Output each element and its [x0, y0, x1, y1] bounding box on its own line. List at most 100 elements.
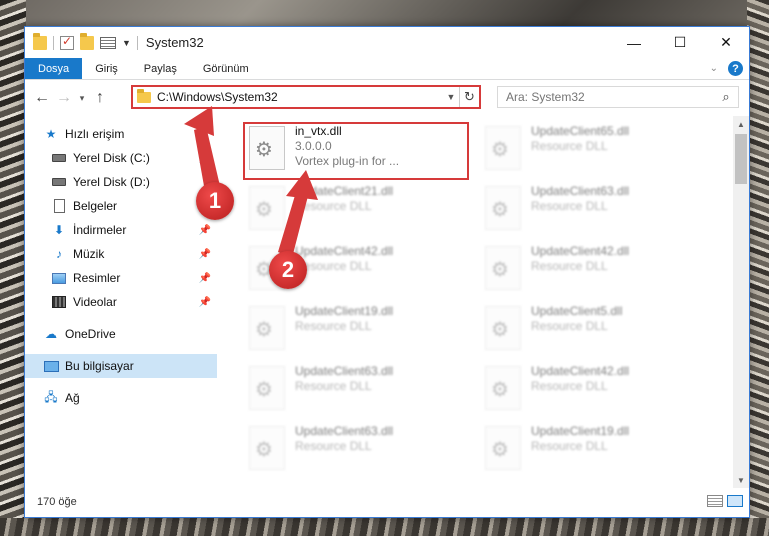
file-description: Resource DLL	[531, 319, 608, 333]
file-name: UpdateClient42.dll	[295, 244, 394, 258]
minimize-button[interactable]: —	[611, 27, 657, 58]
sidebar-item-label: Yerel Disk (D:)	[73, 175, 150, 189]
pin-icon[interactable]: 📌	[199, 249, 211, 260]
sidebar-item-onedrive[interactable]: ☁ OneDrive	[25, 322, 217, 346]
navigation-bar: ← → ▾ ↑ C:\Windows\System32 ▼ ↻ ⌕	[25, 80, 749, 116]
dll-file-icon	[485, 426, 521, 470]
properties-check-icon[interactable]	[60, 34, 74, 50]
up-button[interactable]: ↑	[89, 89, 111, 107]
tab-file[interactable]: Dosya	[25, 58, 83, 79]
file-list: in_vtx.dll 3.0.0.0 Vortex plug-in for ..…	[217, 116, 733, 488]
sidebar-item-music[interactable]: ♪ Müzik 📌	[25, 242, 217, 266]
pin-icon[interactable]: 📌	[199, 225, 211, 236]
file-item[interactable]: UpdateClient63.dllResource DLL	[479, 182, 699, 238]
address-dropdown-icon[interactable]: ▼	[443, 92, 459, 102]
recent-locations-button[interactable]: ▾	[75, 93, 89, 104]
dll-file-icon	[249, 306, 285, 350]
background-left	[0, 0, 26, 536]
dll-file-icon	[249, 426, 285, 470]
search-icon[interactable]: ⌕	[714, 89, 738, 105]
file-item[interactable]: UpdateClient19.dllResource DLL	[243, 302, 463, 358]
sidebar-item-local-disk-c[interactable]: Yerel Disk (C:) 📌	[25, 146, 217, 170]
file-name: UpdateClient63.dll	[531, 184, 630, 198]
customize-toolbar-dropdown-icon[interactable]: ▼	[122, 38, 131, 48]
file-description: Resource DLL	[531, 139, 608, 153]
sidebar-item-quick-access[interactable]: ★ Hızlı erişim	[25, 122, 217, 146]
file-name: UpdateClient5.dll	[531, 304, 623, 318]
folder-icon	[137, 88, 151, 103]
title-bar: ▼ System32 — ☐ ✕	[25, 27, 749, 58]
file-item[interactable]: UpdateClient65.dllResource DLL	[479, 122, 699, 178]
properties-icon[interactable]	[100, 36, 116, 49]
sidebar-item-pictures[interactable]: Resimler 📌	[25, 266, 217, 290]
back-button[interactable]: ←	[31, 89, 53, 107]
navigation-pane: ★ Hızlı erişim Yerel Disk (C:) 📌 Yerel D…	[25, 116, 217, 488]
sidebar-item-label: OneDrive	[65, 327, 116, 341]
scroll-down-icon[interactable]: ▼	[733, 472, 749, 488]
details-view-icon[interactable]	[707, 495, 723, 507]
file-item[interactable]: UpdateClient21.dllResource DLL	[243, 182, 463, 238]
download-icon: ⬇	[53, 223, 65, 237]
search-input[interactable]	[506, 90, 714, 104]
maximize-button[interactable]: ☐	[657, 27, 703, 58]
pin-icon[interactable]: 📌	[199, 153, 211, 164]
videos-icon	[52, 296, 66, 308]
file-name: UpdateClient63.dll	[295, 424, 394, 438]
sidebar-item-this-pc[interactable]: Bu bilgisayar	[25, 354, 217, 378]
file-name: UpdateClient21.dll	[295, 184, 394, 198]
file-name: UpdateClient42.dll	[531, 244, 630, 258]
window-controls: — ☐ ✕	[611, 27, 749, 58]
close-button[interactable]: ✕	[703, 27, 749, 58]
search-box[interactable]: ⌕	[497, 86, 739, 108]
vertical-scrollbar[interactable]: ▲ ▼	[733, 116, 749, 488]
sidebar-item-downloads[interactable]: ⬇ İndirmeler 📌	[25, 218, 217, 242]
sidebar-item-videos[interactable]: Videolar 📌	[25, 290, 217, 314]
file-item[interactable]: in_vtx.dll 3.0.0.0 Vortex plug-in for ..…	[243, 122, 463, 178]
file-item[interactable]: UpdateClient5.dllResource DLL	[479, 302, 699, 358]
file-description: Resource DLL	[531, 379, 608, 393]
sidebar-item-label: Videolar	[73, 295, 117, 309]
sidebar-item-label: Belgeler	[73, 199, 118, 213]
file-description: Resource DLL	[531, 439, 608, 453]
help-icon[interactable]: ?	[728, 61, 743, 76]
forward-button[interactable]: →	[53, 89, 75, 107]
tab-share[interactable]: Paylaş	[131, 58, 190, 79]
file-name: UpdateClient63.dll	[295, 364, 394, 378]
file-version: 3.0.0.0	[295, 139, 332, 153]
file-item[interactable]: UpdateClient42.dllResource DLL	[479, 242, 699, 298]
file-item[interactable]: UpdateClient42.dllResource DLL	[479, 362, 699, 418]
sidebar-item-label: Resimler	[73, 271, 121, 285]
dll-file-icon	[485, 306, 521, 350]
file-name: UpdateClient65.dll	[531, 124, 630, 138]
sidebar-item-local-disk-d[interactable]: Yerel Disk (D:)	[25, 170, 217, 194]
file-item[interactable]: UpdateClient63.dllResource DLL	[243, 362, 463, 418]
sidebar-item-label: Bu bilgisayar	[65, 359, 134, 373]
window-title: System32	[145, 35, 204, 50]
expand-ribbon-icon[interactable]: ⌄	[710, 63, 718, 74]
file-description: Resource DLL	[295, 379, 372, 393]
explorer-window: ▼ System32 — ☐ ✕ Dosya Giriş Paylaş Görü…	[24, 26, 750, 518]
address-path[interactable]: C:\Windows\System32	[157, 90, 443, 104]
scroll-thumb[interactable]	[735, 134, 747, 184]
file-item[interactable]: UpdateClient63.dllResource DLL	[243, 422, 463, 478]
file-description: Resource DLL	[295, 259, 372, 273]
refresh-button[interactable]: ↻	[459, 87, 479, 107]
file-item[interactable]: UpdateClient19.dllResource DLL	[479, 422, 699, 478]
tiles-view-icon[interactable]	[727, 495, 743, 507]
step-1-badge: 1	[196, 182, 234, 220]
tab-home[interactable]: Giriş	[82, 58, 131, 79]
ribbon-tabs: Dosya Giriş Paylaş Görünüm ⌄ ?	[25, 58, 749, 80]
new-folder-icon[interactable]	[80, 32, 94, 50]
computer-icon	[43, 360, 59, 372]
pin-icon[interactable]: 📌	[199, 273, 211, 284]
file-description: Resource DLL	[295, 199, 372, 213]
file-name: UpdateClient19.dll	[295, 304, 394, 318]
file-description: Resource DLL	[531, 199, 608, 213]
file-name: UpdateClient42.dll	[531, 364, 630, 378]
pin-icon[interactable]: 📌	[199, 297, 211, 308]
tab-view[interactable]: Görünüm	[190, 58, 262, 79]
scroll-up-icon[interactable]: ▲	[733, 116, 749, 132]
address-bar[interactable]: C:\Windows\System32 ▼ ↻	[131, 85, 481, 109]
sidebar-item-network[interactable]: 🖧 Ağ	[25, 386, 217, 410]
sidebar-item-documents[interactable]: Belgeler	[25, 194, 217, 218]
